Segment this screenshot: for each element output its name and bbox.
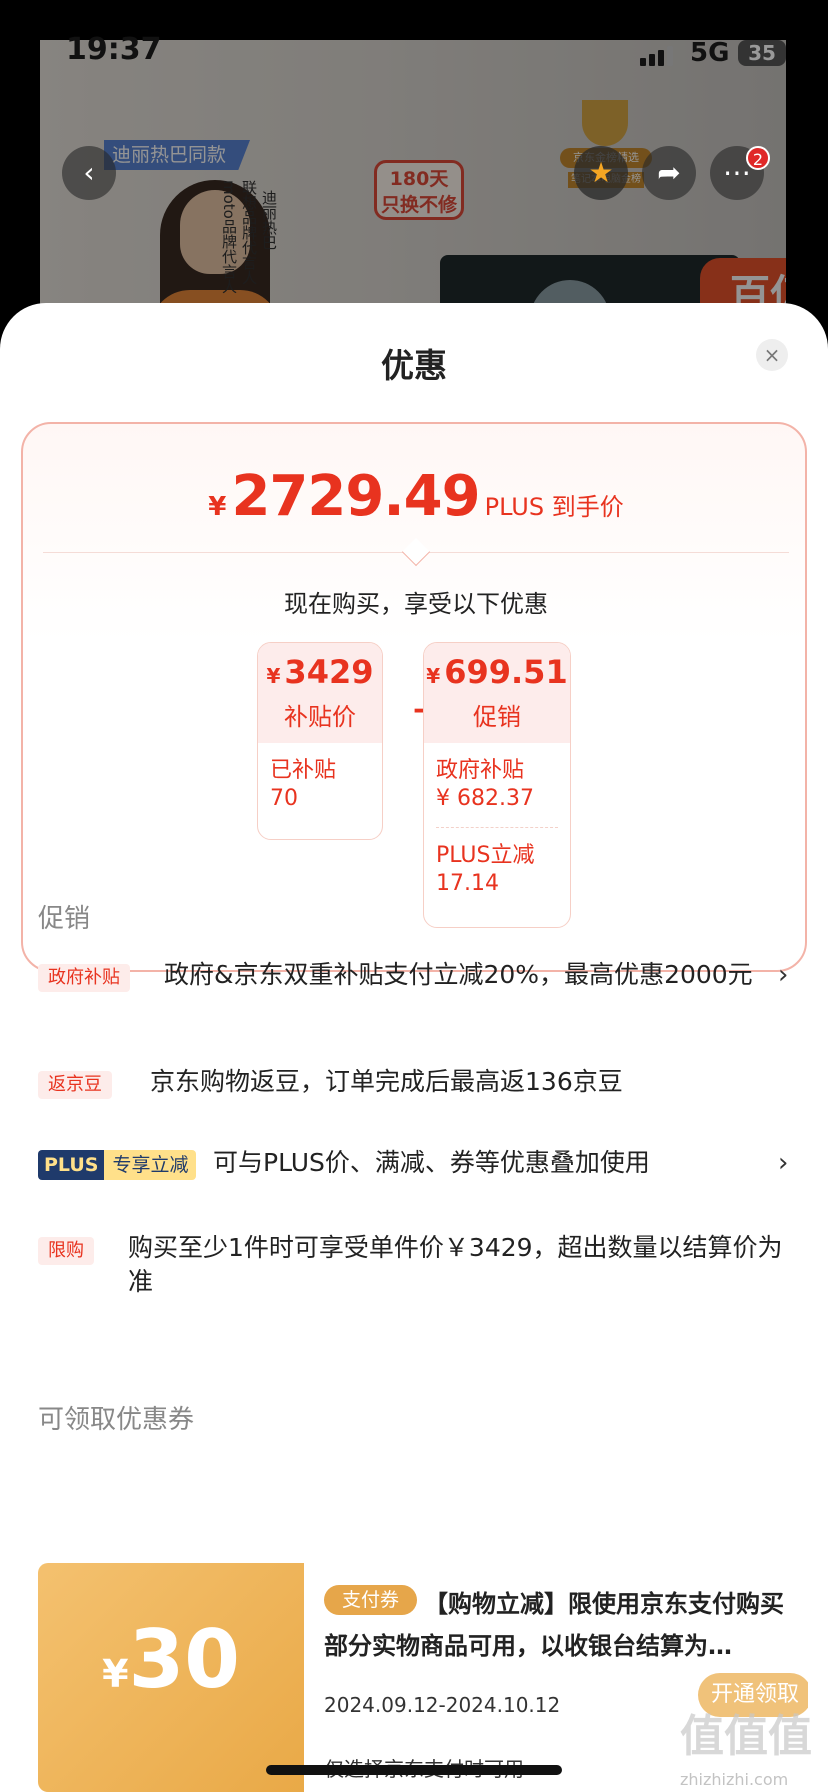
share-icon: ➦ (657, 156, 681, 189)
cellular-signal-icon (640, 44, 676, 66)
coupon-type-tag: 支付券 (324, 1585, 418, 1615)
promo-text: 政府&京东双重补贴支付立减20%，最高优惠2000元 (164, 960, 753, 989)
home-indicator[interactable] (266, 1765, 562, 1775)
promo-tag: 返京豆 (38, 1071, 112, 1099)
promo-row-plus[interactable]: PLUS 专享立减 可与PLUS价、满减、券等优惠叠加使用 › (38, 1146, 798, 1186)
coupon-validity: 2024.09.12-2024.10.12 (324, 1693, 561, 1717)
status-time: 19:37 (66, 32, 162, 67)
price-summary-card: ¥ 2729.49 PLUS 到手价 现在购买，享受以下优惠 ¥3429 补贴价… (21, 422, 807, 972)
chevron-right-icon: › (778, 1148, 789, 1178)
final-price: ¥ 2729.49 PLUS 到手价 (23, 464, 809, 529)
subsidized-value: 70 (270, 786, 298, 811)
favorite-button[interactable]: ★ (574, 146, 628, 200)
divider-notch (401, 537, 431, 567)
discount-sheet: 优惠 × ¥ 2729.49 PLUS 到手价 现在购买，享受以下优惠 ¥342… (0, 303, 828, 1792)
promo-tag: 限购 (38, 1237, 94, 1265)
price-value: 2729.49 (231, 464, 480, 529)
promo-row-gov-subsidy[interactable]: 政府补贴 政府&京东双重补贴支付立减20%，最高优惠2000元 › (38, 958, 798, 1038)
promo-tag: 政府补贴 (38, 964, 130, 992)
box-currency: ¥ (266, 664, 281, 688)
status-bar: 19:37 5G 35 (0, 0, 828, 70)
coupon-value-panel: ¥30 (38, 1563, 304, 1792)
share-button[interactable]: ➦ (642, 146, 696, 200)
coupons-title: 可领取优惠券 (38, 1405, 195, 1435)
chevron-left-icon: ‹ (83, 156, 95, 189)
promo-text: 购买至少1件时可享受单件价￥3429，超出数量以结算价为准 (128, 1233, 783, 1296)
plus-exclusive-tag: PLUS 专享立减 (38, 1150, 197, 1180)
gov-subsidy-label: 政府补贴 (436, 758, 525, 783)
coupon-amount: 30 (128, 1613, 240, 1706)
promo-text: 可与PLUS价、满减、券等优惠叠加使用 (213, 1148, 650, 1177)
promotion-label: 促销 (473, 703, 521, 731)
subsidized-label: 已补贴 (270, 758, 337, 783)
sheet-title: 优惠 (381, 346, 447, 385)
site-watermark-url: zhizhizhi.com (680, 1770, 789, 1789)
battery-icon: 35 (738, 40, 786, 66)
product-top-area: 迪丽热巴同款 联想品牌代言人 moto品牌代言人 迪丽热巴 180天 只换不修 … (0, 0, 828, 340)
promotion-amount: 699.51 (444, 653, 568, 691)
subsidy-price-amount: 3429 (284, 653, 374, 691)
promotions-title: 促销 (38, 904, 91, 934)
price-suffix: PLUS 到手价 (484, 493, 624, 521)
notification-count-badge: 2 (746, 146, 770, 170)
promo-row-jd-beans: 返京豆 京东购物返豆，订单完成后最高返136京豆 (38, 1065, 798, 1105)
subsidy-price-label: 补贴价 (284, 703, 356, 731)
coupon-currency: ¥ (102, 1652, 129, 1696)
close-icon: × (763, 343, 781, 367)
price-currency: ¥ (208, 492, 227, 522)
plus-discount-label: PLUS立减 (436, 843, 535, 868)
promotion-box: ¥699.51 促销 政府补贴 ¥ 682.37 PLUS立减 17.14 (423, 642, 571, 928)
gov-subsidy-value: ¥ 682.37 (436, 786, 534, 811)
promo-row-purchase-limit: 限购 购买至少1件时可享受单件价￥3429，超出数量以结算价为准 (38, 1231, 798, 1311)
box-currency: ¥ (426, 664, 441, 688)
subsidy-price-box: ¥3429 补贴价 已补贴 70 (257, 642, 383, 840)
promo-text: 京东购物返豆，订单完成后最高返136京豆 (150, 1067, 623, 1096)
now-buy-text: 现在购买，享受以下优惠 (284, 590, 548, 618)
back-button[interactable]: ‹ (62, 146, 116, 200)
plus-discount-value: 17.14 (436, 871, 499, 896)
chevron-right-icon: › (778, 960, 789, 990)
close-button[interactable]: × (756, 339, 788, 371)
network-type: 5G (690, 38, 730, 68)
site-watermark: 值值值 (680, 1711, 812, 1762)
star-icon: ★ (588, 156, 614, 189)
